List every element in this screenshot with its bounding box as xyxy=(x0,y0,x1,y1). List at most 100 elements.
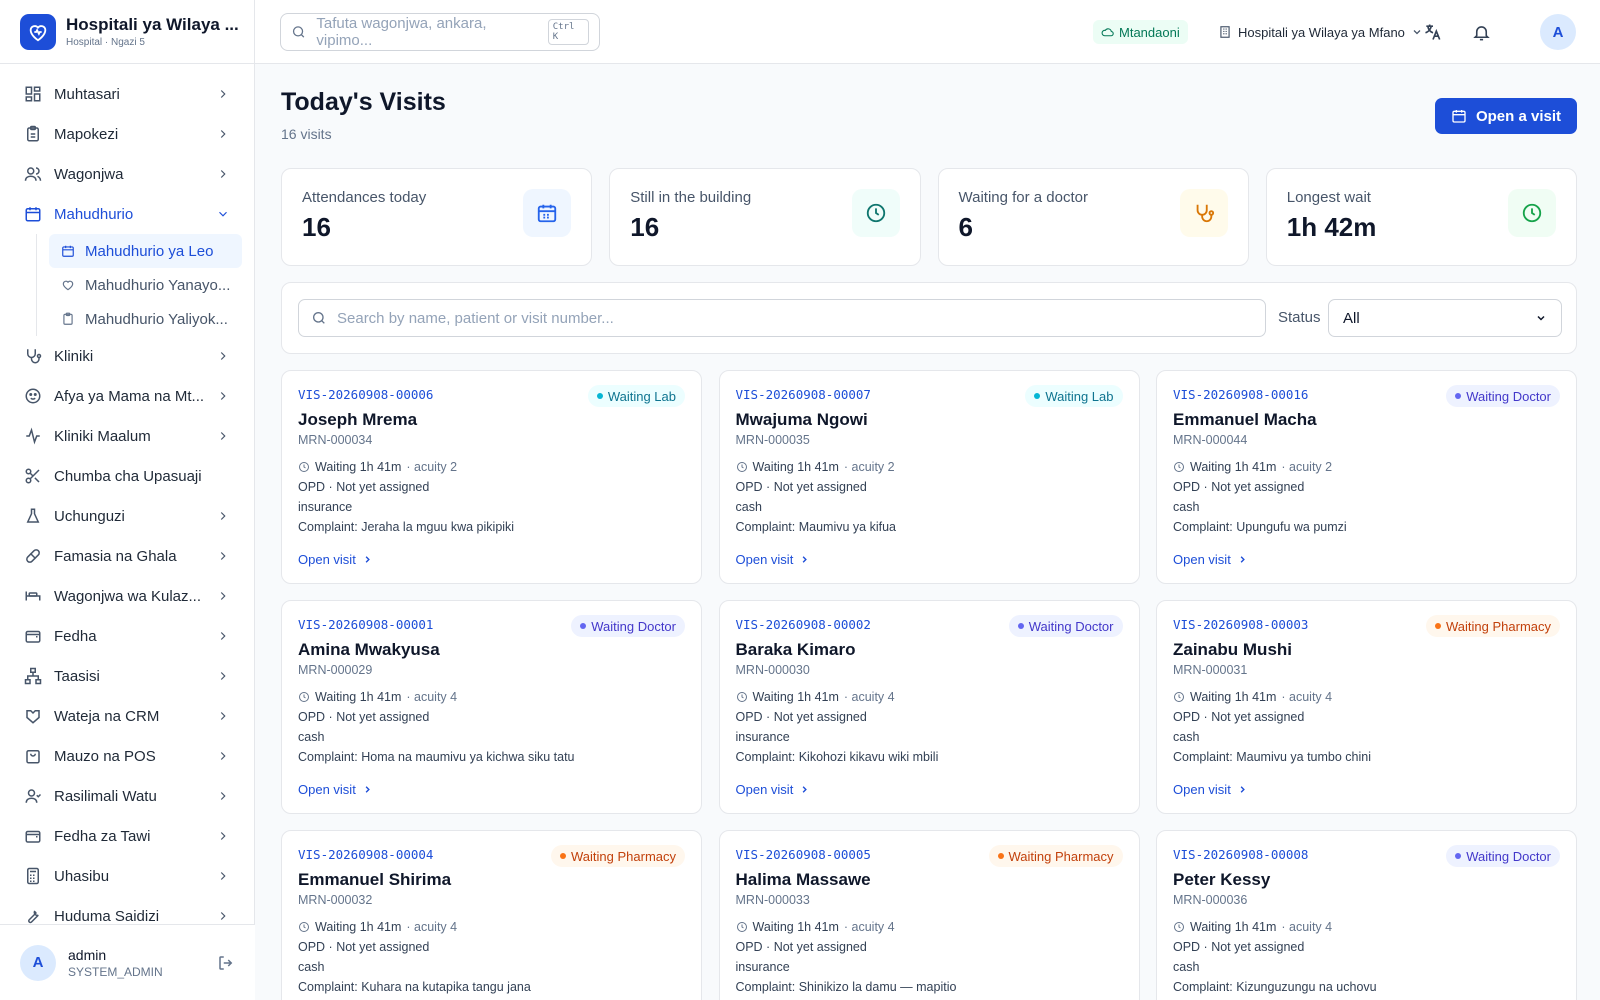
status-dot xyxy=(560,853,566,859)
acuity: · acuity 4 xyxy=(1281,920,1333,934)
complaint: Complaint: Shinikizo la damu — mapitio xyxy=(735,980,957,994)
sidebar-item-upasuaji[interactable]: Chumba cha Upasuaji xyxy=(12,456,242,496)
status-label: Waiting Doctor xyxy=(1466,388,1551,404)
open-visit-link[interactable]: Open visit xyxy=(736,782,811,797)
sidebar-item-crm[interactable]: Wateja na CRM xyxy=(12,696,242,736)
sidebar-item-kliniki[interactable]: Kliniki xyxy=(12,336,242,376)
patient-mrn: MRN-000030 xyxy=(735,663,810,677)
top-avatar[interactable]: A xyxy=(1540,14,1576,50)
sidebar-item-label: Kliniki Maalum xyxy=(54,427,151,445)
visit-card[interactable]: VIS-20260908-00003 Waiting Pharmacy Zain… xyxy=(1156,600,1577,814)
patient-name: Zainabu Mushi xyxy=(1173,640,1292,659)
open-visit-link[interactable]: Open visit xyxy=(736,552,811,567)
status-badge: Waiting Doctor xyxy=(1008,615,1123,637)
sidebar-item-fedha-tawi[interactable]: Fedha za Tawi xyxy=(12,816,242,856)
sidebar-item-taasisi[interactable]: Taasisi xyxy=(12,656,242,696)
page-subtitle: 16 visits xyxy=(281,126,332,142)
sidebar-item-mahudhurio[interactable]: Mahudhurio xyxy=(12,194,242,234)
chevron-right-icon xyxy=(220,592,226,600)
stat-card-longest-wait: Longest wait 1h 42m xyxy=(1265,168,1577,266)
sidebar-item-pos[interactable]: Mauzo na POS xyxy=(12,736,242,776)
complaint: Complaint: Kuhara na kutapika tangu jana xyxy=(298,980,531,994)
status-dot xyxy=(1034,393,1041,399)
user-profile: A admin SYSTEM_ADMIN xyxy=(0,924,255,1000)
sidebar-item-mapokezi[interactable]: Mapokezi xyxy=(12,114,242,154)
sidebar-item-hr[interactable]: Rasilimali Watu xyxy=(12,776,242,816)
translate-icon[interactable] xyxy=(1417,16,1449,48)
wait-time: Waiting 1h 41m xyxy=(752,460,839,474)
open-visit-link[interactable]: Open visit xyxy=(1173,782,1248,797)
sidebar-item-uhasibu[interactable]: Uhasibu xyxy=(12,856,242,896)
patient-name: Emmanuel Macha xyxy=(1173,410,1317,429)
open-visit-button[interactable]: Open a visit xyxy=(1434,98,1577,134)
sidebar-item-label: Uchunguzi xyxy=(54,507,125,525)
search-icon xyxy=(313,312,325,324)
visit-search-input[interactable]: Search by name, patient or visit number.… xyxy=(298,299,1266,337)
handshake-icon xyxy=(26,710,40,724)
avatar[interactable]: A xyxy=(20,944,56,981)
visit-card[interactable]: VIS-20260908-00004 Waiting Pharmacy Emma… xyxy=(281,830,702,1000)
visit-card[interactable]: VIS-20260908-00002 Waiting Doctor Baraka… xyxy=(718,600,1140,814)
chevron-right-icon xyxy=(220,632,226,640)
sidebar-item-muhtasari[interactable]: Muhtasari xyxy=(12,74,242,114)
payer: cash xyxy=(298,730,325,744)
open-visit-link[interactable]: Open visit xyxy=(298,552,373,567)
sidebar-item-uchunguzi[interactable]: Uchunguzi xyxy=(12,496,242,536)
status-badge: Waiting Doctor xyxy=(1446,385,1560,407)
calendar-icon xyxy=(62,245,74,257)
sidebar-item-wagonjwa[interactable]: Wagonjwa xyxy=(12,154,242,194)
clock-icon xyxy=(851,189,900,237)
patient-mrn: MRN-000044 xyxy=(1173,433,1248,447)
wait-time: Waiting 1h 41m xyxy=(315,460,402,474)
sidebar-item-kulazwa[interactable]: Wagonjwa wa Kulaz... xyxy=(12,576,242,616)
visit-card[interactable]: VIS-20260908-00001 Waiting Doctor Amina … xyxy=(281,600,702,814)
chevron-down-icon xyxy=(1537,315,1545,321)
visit-card[interactable]: VIS-20260908-00005 Waiting Pharmacy Hali… xyxy=(718,830,1140,1000)
stat-card-attendances: Attendances today 16 xyxy=(281,168,593,266)
chevron-right-icon xyxy=(365,786,370,793)
status-label: Waiting Doctor xyxy=(591,618,676,634)
bell-icon[interactable] xyxy=(1465,16,1497,48)
status-label: Waiting Lab xyxy=(1045,388,1114,404)
stats-row: Attendances today 16 Still in the buildi… xyxy=(281,168,1577,266)
status-filter-select[interactable]: All xyxy=(1328,299,1562,337)
wrench-icon xyxy=(28,910,39,924)
wait-line: Waiting 1h 41m · acuity 4 xyxy=(298,690,685,704)
sidebar-item-label: Famasia na Ghala xyxy=(54,547,177,565)
facility-selector[interactable]: Hospitali ya Wilaya ya Mfano xyxy=(1218,20,1423,44)
sidebar-subitem-yaliyokamilika[interactable]: Mahudhurio Yaliyok... xyxy=(49,302,242,336)
status-badge: Waiting Lab xyxy=(587,385,685,407)
acuity: · acuity 4 xyxy=(1281,690,1333,704)
visit-card[interactable]: VIS-20260908-00006 Waiting Lab Joseph Mr… xyxy=(281,370,702,584)
logout-icon[interactable] xyxy=(217,954,235,972)
status-badge: Waiting Pharmacy xyxy=(551,845,685,867)
visit-card[interactable]: VIS-20260908-00008 Waiting Doctor Peter … xyxy=(1156,830,1577,1000)
filter-bar: Search by name, patient or visit number.… xyxy=(281,282,1577,354)
open-visit-link-label: Open visit xyxy=(735,782,794,797)
sidebar-subitem-leo[interactable]: Mahudhurio ya Leo xyxy=(49,234,242,268)
sidebar-item-famasia[interactable]: Famasia na Ghala xyxy=(12,536,242,576)
brand[interactable]: Hospitali ya Wilaya ... Hospital · Ngazi… xyxy=(0,0,254,64)
visit-search-placeholder: Search by name, patient or visit number.… xyxy=(337,309,614,327)
clock-icon xyxy=(299,922,309,932)
sidebar-subitem-yanayoendelea[interactable]: Mahudhurio Yanayo... xyxy=(49,268,242,302)
visit-card[interactable]: VIS-20260908-00007 Waiting Lab Mwajuma N… xyxy=(718,370,1140,584)
open-visit-link[interactable]: Open visit xyxy=(1173,552,1248,567)
acuity: · acuity 4 xyxy=(843,920,895,934)
sidebar-item-fedha[interactable]: Fedha xyxy=(12,616,242,656)
global-search-input[interactable]: Tafuta wagonjwa, ankara, vipimo... Ctrl … xyxy=(280,13,600,51)
sidebar-item-kliniki-maalum[interactable]: Kliniki Maalum xyxy=(12,416,242,456)
open-visit-link[interactable]: Open visit xyxy=(298,782,373,797)
visit-card[interactable]: VIS-20260908-00016 Waiting Doctor Emmanu… xyxy=(1156,370,1577,584)
complaint: Complaint: Kizunguzungu na uchovu xyxy=(1173,980,1377,994)
patient-mrn: MRN-000031 xyxy=(1173,663,1248,677)
complaint: Complaint: Homa na maumivu ya kichwa sik… xyxy=(298,750,575,764)
payer: insurance xyxy=(735,730,790,744)
user-role: SYSTEM_ADMIN xyxy=(68,964,163,979)
sidebar-item-afya-mama[interactable]: Afya ya Mama na Mt... xyxy=(12,376,242,416)
clock-icon xyxy=(736,692,747,702)
complaint: Complaint: Upungufu wa pumzi xyxy=(1173,520,1347,534)
cloud-icon xyxy=(1101,27,1114,36)
status-badge: Waiting Doctor xyxy=(1446,845,1560,867)
patient-mrn: MRN-000032 xyxy=(298,893,373,907)
